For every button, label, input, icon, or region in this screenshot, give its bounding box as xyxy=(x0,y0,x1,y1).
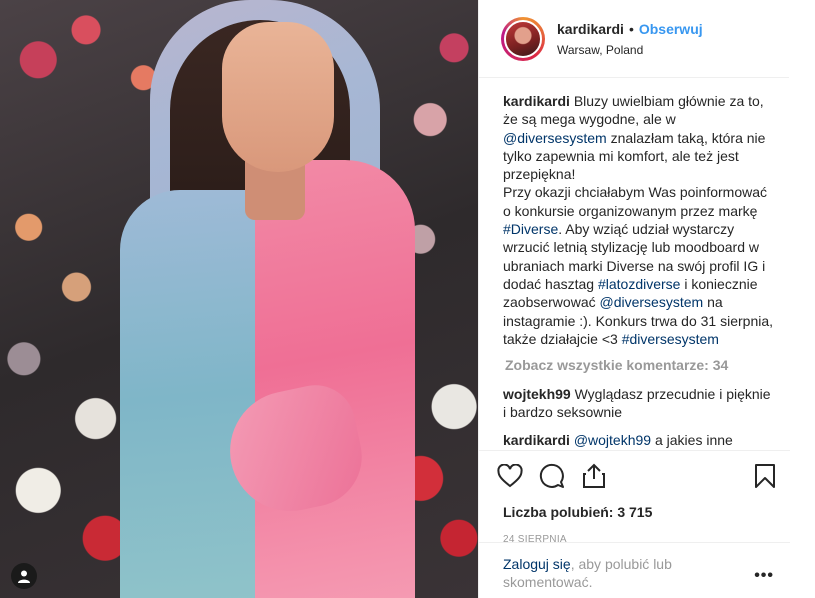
share-icon[interactable] xyxy=(579,461,609,491)
post-actions: Liczba polubień: 3 715 24 SIERPNIA xyxy=(479,450,790,545)
likes-count[interactable]: Liczba polubień: 3 715 xyxy=(503,504,780,520)
caption-text: Przy okazji chciałabym Was poinformować … xyxy=(503,184,768,219)
face xyxy=(222,22,334,172)
separator-dot: • xyxy=(628,20,634,37)
post-side-panel: kardikardi • Obserwuj Warsaw, Poland kar… xyxy=(478,0,815,598)
more-options-icon[interactable]: ••• xyxy=(754,567,774,591)
view-all-comments-link[interactable]: Zobacz wszystkie komentarze: 34 xyxy=(505,357,790,373)
avatar[interactable] xyxy=(501,16,545,61)
hoodie-pink-side xyxy=(255,160,415,598)
location-link[interactable]: Warsaw, Poland xyxy=(557,43,703,57)
heart-icon[interactable] xyxy=(495,461,525,491)
comment-username[interactable]: wojtekh99 xyxy=(503,386,571,402)
caption-link[interactable]: @diversesystem xyxy=(503,130,607,146)
header-username[interactable]: kardikardi xyxy=(557,21,624,37)
comment-item: kardikardi @wojtekh99 a jakies inne komp… xyxy=(503,431,790,449)
follow-button[interactable]: Obserwuj xyxy=(639,21,703,37)
post-header: kardikardi • Obserwuj Warsaw, Poland xyxy=(479,0,789,78)
login-link[interactable]: Zaloguj się xyxy=(503,556,571,572)
instagram-post: kardikardi • Obserwuj Warsaw, Poland kar… xyxy=(0,0,815,598)
header-text: kardikardi • Obserwuj Warsaw, Poland xyxy=(557,21,703,57)
login-prompt: Zaloguj się, aby polubić lub skomentować… xyxy=(479,542,790,591)
comments-section[interactable]: kardikardi Bluzy uwielbiam głównie za to… xyxy=(479,79,790,449)
caption: kardikardi Bluzy uwielbiam głównie za to… xyxy=(503,92,790,348)
caption-link[interactable]: #Diverse xyxy=(503,221,558,237)
avatar-image xyxy=(504,19,542,58)
comment-item: wojtekh99 Wyglądasz przecudnie i pięknie… xyxy=(503,385,790,422)
post-photo[interactable] xyxy=(0,0,478,598)
caption-link[interactable]: @diversesystem xyxy=(600,294,704,310)
comment-username[interactable]: kardikardi xyxy=(503,432,570,448)
comment-link[interactable]: @wojtekh99 xyxy=(574,432,651,448)
caption-text: Bluzy uwielbiam głównie za to, że są meg… xyxy=(503,93,773,347)
user-tag-icon[interactable] xyxy=(11,563,37,589)
caption-link[interactable]: #latozdiverse xyxy=(598,276,681,292)
login-text: Zaloguj się, aby polubić lub skomentować… xyxy=(503,555,723,591)
bookmark-icon[interactable] xyxy=(750,461,780,491)
comment-icon[interactable] xyxy=(537,461,567,491)
comment-list: wojtekh99 Wyglądasz przecudnie i pięknie… xyxy=(503,385,790,449)
caption-link[interactable]: #diversesystem xyxy=(622,331,719,347)
caption-username[interactable]: kardikardi xyxy=(503,93,570,109)
